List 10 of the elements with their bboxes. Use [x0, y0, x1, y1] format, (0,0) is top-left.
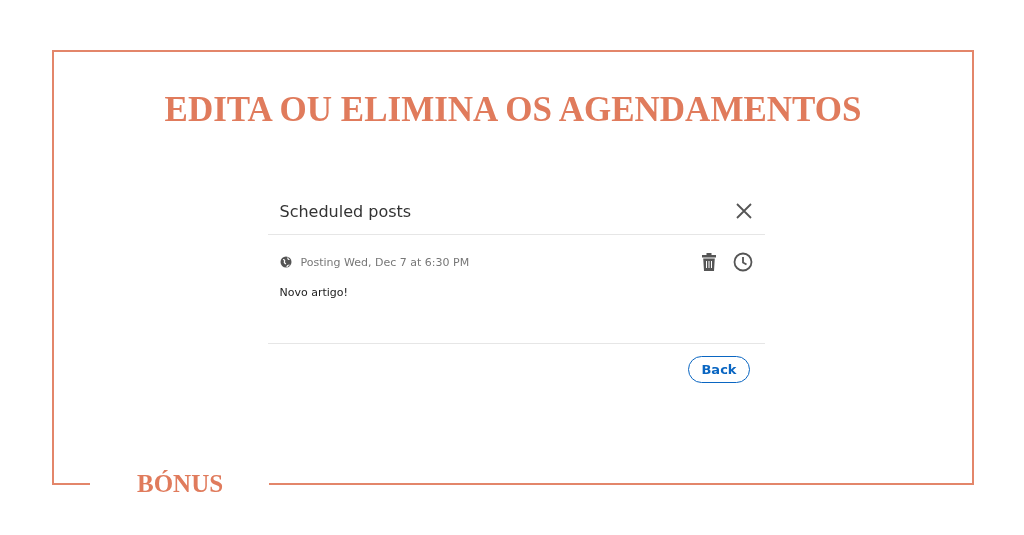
- trash-icon[interactable]: [701, 253, 716, 271]
- page-heading: EDITA OU ELIMINA OS AGENDAMENTOS: [164, 90, 862, 130]
- clock-icon[interactable]: [732, 252, 753, 272]
- schedule-text: Posting Wed, Dec 7 at 6:30 PM: [300, 255, 470, 269]
- globe-icon: [279, 256, 292, 268]
- post-text: Novo artigo!: [279, 286, 349, 299]
- dialog-title: Scheduled posts: [279, 201, 412, 221]
- back-button[interactable]: Back: [688, 356, 750, 383]
- footer-label: BÓNUS: [136, 470, 225, 498]
- close-icon[interactable]: [734, 202, 753, 220]
